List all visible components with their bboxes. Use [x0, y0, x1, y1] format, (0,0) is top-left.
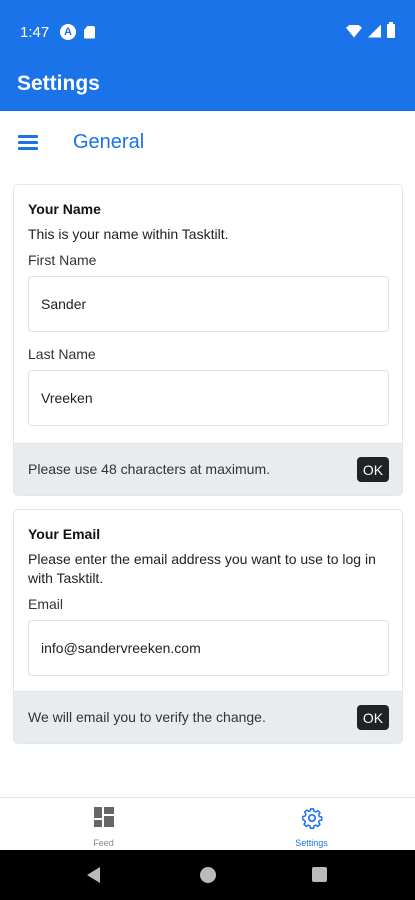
last-name-label: Last Name [28, 346, 96, 362]
sd-card-icon [84, 25, 95, 39]
battery-icon [387, 22, 395, 38]
first-name-label: First Name [28, 252, 97, 268]
name-card-footer-text: Please use 48 characters at maximum. [28, 461, 270, 477]
name-card-heading: Your Name [28, 201, 101, 217]
status-right-icons [346, 22, 395, 38]
back-icon[interactable] [87, 867, 100, 883]
home-icon[interactable] [200, 867, 216, 883]
dashboard-icon [93, 807, 114, 827]
email-card-footer: We will email you to verify the change. … [14, 691, 402, 743]
status-time: 1:47 [20, 24, 50, 41]
section-header: General [0, 120, 415, 166]
status-bar: 1:47 A [0, 0, 415, 64]
nav-label-feed: Feed [93, 838, 114, 848]
app-bar-title: Settings [17, 72, 100, 95]
status-left-icons: A [60, 24, 95, 40]
nav-item-settings[interactable]: Settings [208, 798, 415, 851]
email-card-footer-text: We will email you to verify the change. [28, 709, 266, 725]
email-card-heading: Your Email [28, 526, 101, 542]
name-card-description: This is your name within Tasktilt. [28, 226, 229, 242]
signal-icon [368, 24, 381, 38]
email-label: Email [28, 596, 64, 612]
app-bar: Settings [0, 64, 415, 111]
recents-icon[interactable] [312, 867, 327, 882]
email-field[interactable]: info@sandervreeken.com [28, 620, 389, 676]
last-name-field[interactable]: Vreeken [28, 370, 389, 426]
system-nav-bar [0, 850, 415, 900]
screen: 1:47 A Settings General Your Name This i… [0, 0, 415, 900]
gear-icon [301, 808, 322, 829]
wifi-icon [346, 24, 362, 38]
name-ok-button[interactable]: OK [357, 457, 389, 482]
email-card-description: Please enter the email address you want … [28, 551, 376, 586]
name-card: Your Name This is your name within Taskt… [13, 184, 403, 496]
section-title: General [73, 131, 145, 153]
bottom-nav: Feed Settings [0, 797, 415, 850]
email-ok-button[interactable]: OK [357, 705, 389, 730]
hamburger-menu-icon[interactable] [18, 134, 38, 150]
first-name-field[interactable]: Sander [28, 276, 389, 332]
a-icon: A [60, 24, 76, 40]
nav-item-feed[interactable]: Feed [0, 798, 207, 851]
name-card-footer: Please use 48 characters at maximum. OK [14, 443, 402, 495]
email-card: Your Email Please enter the email addres… [13, 509, 403, 744]
nav-label-settings: Settings [295, 838, 328, 848]
